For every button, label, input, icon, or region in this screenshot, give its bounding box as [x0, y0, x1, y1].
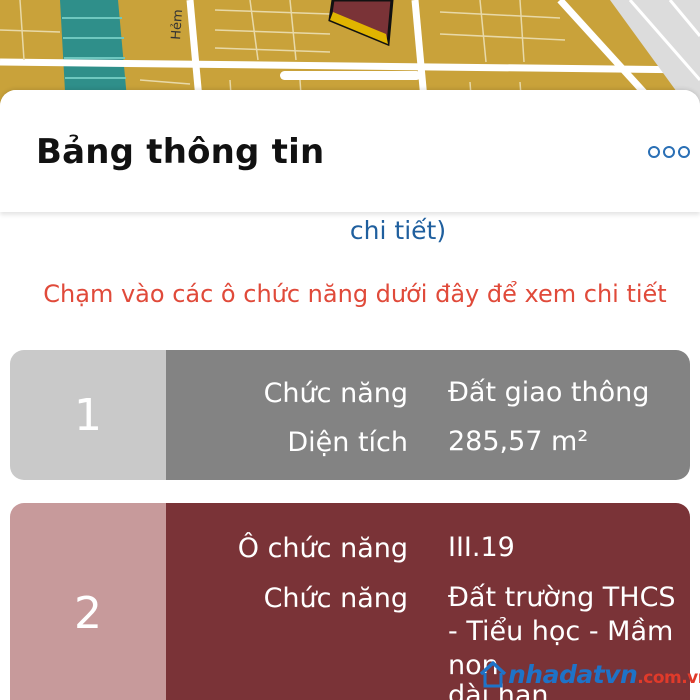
watermark-brand: nhadatvn: [508, 659, 638, 689]
sheet-title: Bảng thông tin: [36, 132, 325, 172]
row-value: 285,57 m²: [448, 426, 589, 457]
card-number: 1: [10, 350, 166, 480]
card-number: 2: [10, 503, 166, 700]
watermark-text: nhadatvn.com.vn: [508, 660, 700, 689]
card-body: Chức năng Đất giao thông Diện tích 285,5…: [166, 350, 690, 480]
watermark: nhadatvn.com.vn: [478, 654, 700, 694]
row-label: Chức năng: [263, 378, 408, 409]
info-sheet: Bảng thông tin chi tiết) Chạm vào các ô …: [0, 90, 700, 700]
function-card-1[interactable]: 1 Chức năng Đất giao thông Diện tích 285…: [10, 350, 690, 480]
sheet-header: Bảng thông tin: [0, 90, 700, 212]
drag-handle[interactable]: [280, 71, 421, 80]
map-street-label: Hẻm: [169, 9, 186, 40]
row-value: III.19: [448, 532, 515, 563]
row-value-line: - Tiểu học - Mầm: [448, 616, 674, 647]
row-label: Ô chức năng: [237, 533, 408, 564]
more-options-icon[interactable]: [648, 142, 690, 162]
house-logo-icon: [479, 661, 507, 688]
row-label: Chức năng: [263, 583, 408, 614]
row-value: Đất giao thông: [448, 377, 650, 408]
watermark-domain: .com.vn: [637, 667, 700, 688]
row-label: Diện tích: [287, 427, 408, 458]
detail-link[interactable]: chi tiết): [0, 216, 700, 245]
row-value-line: Đất trường THCS: [448, 582, 676, 613]
hint-text: Chạm vào các ô chức năng dưới đây để xem…: [43, 280, 667, 308]
